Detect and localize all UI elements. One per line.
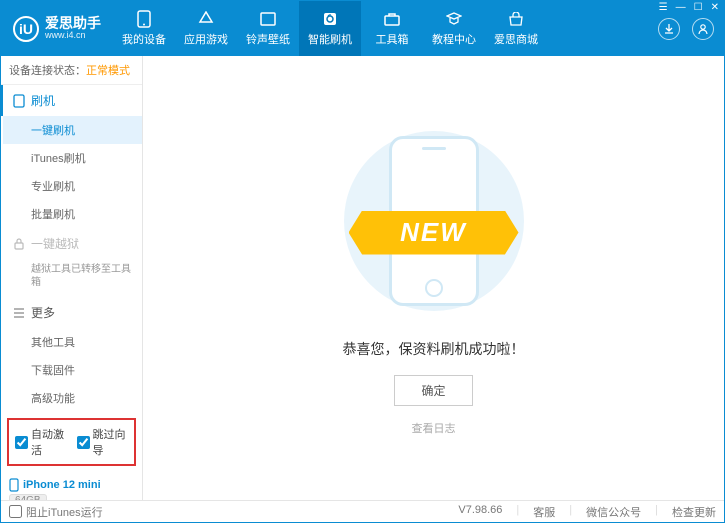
sidebar-item-batch-flash[interactable]: 批量刷机: [3, 200, 142, 228]
success-message: 恭喜您，保资料刷机成功啦！: [343, 339, 525, 359]
apps-icon: [197, 10, 215, 28]
flash-icon: [321, 10, 339, 28]
nav-toolbox[interactable]: 工具箱: [361, 1, 423, 56]
phone-icon: [13, 94, 25, 108]
logo-icon: iU: [13, 16, 39, 42]
auto-activate-checkbox[interactable]: 自动激活: [15, 426, 67, 458]
options-box: 自动激活 跳过向导: [7, 418, 136, 466]
footer: 阻止iTunes运行 V7.98.66 | 客服 | 微信公众号 | 检查更新: [1, 500, 724, 522]
window-controls: ☰ — ☐ ✕: [659, 2, 719, 13]
new-ribbon: NEW: [349, 211, 519, 255]
phone-icon: [135, 10, 153, 28]
logo[interactable]: iU 爱思助手 www.i4.cn: [1, 16, 113, 42]
connection-status: 设备连接状态：正常模式: [1, 56, 142, 85]
header-actions: [658, 18, 724, 40]
maximize-icon[interactable]: ☐: [694, 2, 703, 13]
device-name[interactable]: iPhone 12 mini: [9, 478, 134, 492]
nav-smart-flash[interactable]: 智能刷机: [299, 1, 361, 56]
toolbox-icon: [383, 10, 401, 28]
download-button[interactable]: [658, 18, 680, 40]
sidebar: 设备连接状态：正常模式 刷机 一键刷机 iTunes刷机 专业刷机 批量刷机 一…: [1, 56, 143, 500]
phone-icon: [9, 478, 19, 492]
wechat-link[interactable]: 微信公众号: [586, 504, 641, 520]
list-icon: [13, 308, 25, 318]
minimize-icon[interactable]: —: [676, 2, 686, 13]
nav-ringtones[interactable]: 铃声壁纸: [237, 1, 299, 56]
update-link[interactable]: 检查更新: [672, 504, 716, 520]
lock-icon: [13, 238, 25, 250]
sidebar-item-itunes-flash[interactable]: iTunes刷机: [3, 144, 142, 172]
top-nav: 我的设备 应用游戏 铃声壁纸 智能刷机 工具箱 教程中心 爱思商城: [113, 1, 658, 56]
sidebar-head-flash[interactable]: 刷机: [1, 85, 142, 116]
tutorial-icon: [445, 10, 463, 28]
sidebar-item-pro-flash[interactable]: 专业刷机: [3, 172, 142, 200]
sidebar-item-other-tools[interactable]: 其他工具: [3, 328, 142, 356]
success-illustration: NEW: [334, 121, 534, 321]
main-content: NEW 恭喜您，保资料刷机成功啦！ 确定 查看日志: [143, 56, 724, 500]
device-storage: 64GB: [9, 494, 47, 500]
nav-my-device[interactable]: 我的设备: [113, 1, 175, 56]
close-icon[interactable]: ✕: [711, 2, 719, 13]
nav-store[interactable]: 爱思商城: [485, 1, 547, 56]
version-label: V7.98.66: [458, 504, 502, 520]
sidebar-item-download-firmware[interactable]: 下载固件: [3, 356, 142, 384]
header: iU 爱思助手 www.i4.cn 我的设备 应用游戏 铃声壁纸 智能刷机 工具…: [1, 1, 724, 56]
nav-apps[interactable]: 应用游戏: [175, 1, 237, 56]
ok-button[interactable]: 确定: [394, 375, 472, 406]
service-link[interactable]: 客服: [533, 504, 555, 520]
sidebar-item-oneclick-flash[interactable]: 一键刷机: [3, 116, 142, 144]
sidebar-item-advanced[interactable]: 高级功能: [3, 384, 142, 412]
app-url: www.i4.cn: [45, 31, 101, 41]
user-button[interactable]: [692, 18, 714, 40]
sidebar-head-jailbreak[interactable]: 一键越狱: [3, 228, 142, 259]
device-info: iPhone 12 mini 64GB Down-12mini-13,1: [1, 472, 142, 500]
block-itunes-checkbox[interactable]: 阻止iTunes运行: [9, 504, 103, 520]
jailbreak-note: 越狱工具已转移至工具箱: [3, 259, 142, 297]
nav-tutorials[interactable]: 教程中心: [423, 1, 485, 56]
app-title: 爱思助手: [45, 16, 101, 31]
sidebar-head-more[interactable]: 更多: [3, 297, 142, 328]
store-icon: [507, 10, 525, 28]
wallpaper-icon: [259, 10, 277, 28]
skip-guide-checkbox[interactable]: 跳过向导: [77, 426, 129, 458]
menu-icon[interactable]: ☰: [659, 2, 668, 13]
view-log-link[interactable]: 查看日志: [412, 420, 456, 436]
